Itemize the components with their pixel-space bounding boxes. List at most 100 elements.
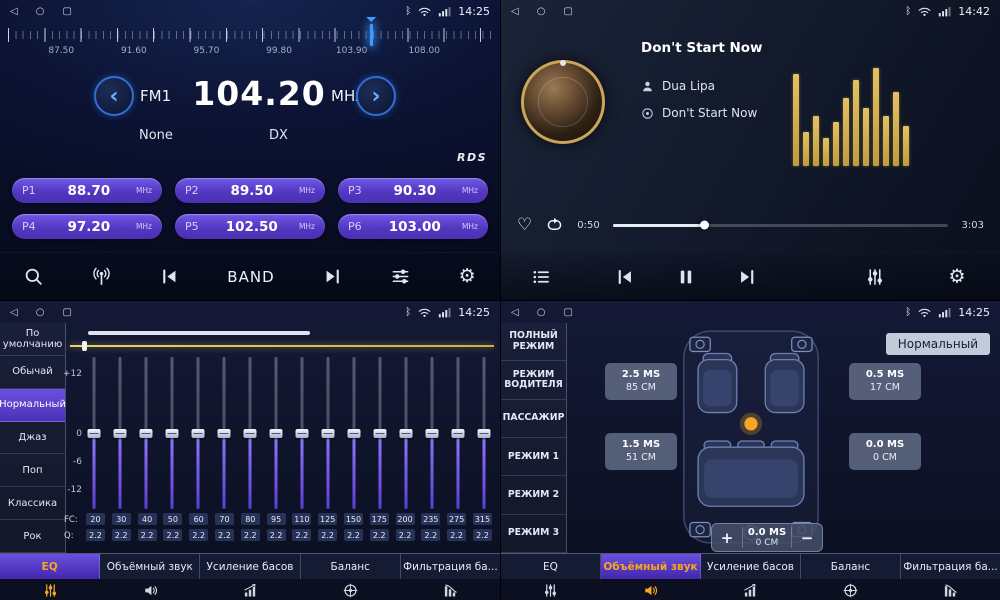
tab-eq[interactable]: EQ	[501, 554, 601, 579]
tab-balance[interactable]: Баланс	[801, 554, 901, 579]
settings-gear-icon[interactable]: ⚙	[948, 267, 965, 286]
eq-band-handle[interactable]	[139, 429, 152, 438]
eq-preset-jazz[interactable]: Джаз	[0, 422, 65, 455]
dock-bass-chart-icon[interactable]	[200, 579, 300, 600]
eq-band-handle[interactable]	[296, 429, 309, 438]
back-icon[interactable]: ◁	[10, 6, 18, 17]
eq-preset-custom[interactable]: Обычай	[0, 356, 65, 389]
home-icon[interactable]: ○	[36, 307, 45, 318]
tab-filter[interactable]: Фильтрация ба...	[901, 554, 1000, 579]
dock-speaker-icon[interactable]	[601, 579, 701, 600]
tab-filter[interactable]: Фильтрация ба...	[401, 554, 500, 579]
eq-band-handle[interactable]	[191, 429, 204, 438]
recents-icon[interactable]: ▢	[563, 6, 572, 17]
eq-band-handle[interactable]	[165, 429, 178, 438]
tab-surround-sound[interactable]: Объёмный звук	[601, 554, 701, 579]
eq-curve-handle[interactable]	[82, 341, 87, 351]
delay-box-front-right[interactable]: 0.5 MS 17 CM	[849, 363, 921, 400]
eq-band-60hz[interactable]	[190, 357, 205, 509]
band-button[interactable]: BAND	[227, 268, 274, 286]
mode-1[interactable]: РЕЖИМ 1	[501, 438, 566, 476]
eq-band-235hz[interactable]	[425, 357, 440, 509]
eq-band-40hz[interactable]	[138, 357, 153, 509]
tab-balance[interactable]: Баланс	[301, 554, 401, 579]
eq-band-200hz[interactable]	[399, 357, 414, 509]
recents-icon[interactable]: ▢	[62, 6, 71, 17]
eq-band-handle[interactable]	[400, 429, 413, 438]
eq-band-125hz[interactable]	[321, 357, 336, 509]
queue-icon[interactable]	[532, 267, 551, 286]
eq-band-handle[interactable]	[217, 429, 230, 438]
eq-preset-normal[interactable]: Нормальный	[0, 389, 65, 422]
progress-bar[interactable]	[613, 224, 948, 227]
eq-band-95hz[interactable]	[268, 357, 283, 509]
back-icon[interactable]: ◁	[511, 6, 519, 17]
dock-filter-icon[interactable]	[900, 579, 1000, 600]
repeat-icon[interactable]	[544, 216, 565, 234]
eq-band-handle[interactable]	[374, 429, 387, 438]
dock-balance-icon[interactable]	[800, 579, 900, 600]
next-station-icon[interactable]	[323, 267, 342, 286]
eq-preset-default[interactable]: По умолчанию	[0, 323, 65, 356]
dx-toggle[interactable]: DX	[269, 128, 288, 143]
audio-settings-icon[interactable]	[866, 267, 885, 286]
auto-scan-icon[interactable]	[92, 267, 111, 286]
settings-gear-icon[interactable]: ⚙	[459, 267, 476, 286]
eq-band-handle[interactable]	[269, 429, 282, 438]
home-icon[interactable]: ○	[537, 6, 546, 17]
recents-icon[interactable]: ▢	[62, 307, 71, 318]
dock-filter-icon[interactable]	[400, 579, 500, 600]
search-icon[interactable]	[24, 267, 43, 286]
mode-full[interactable]: ПОЛНЫЙ РЕЖИМ	[501, 323, 566, 361]
eq-band-315hz[interactable]	[477, 357, 492, 509]
tune-up-button[interactable]: ›	[356, 76, 396, 116]
pause-icon[interactable]	[677, 267, 696, 286]
mode-3[interactable]: РЕЖИМ 3	[501, 515, 566, 553]
eq-preset-pop[interactable]: Поп	[0, 454, 65, 487]
eq-band-handle[interactable]	[87, 429, 100, 438]
delay-box-rear-right[interactable]: 0.0 MS 0 CM	[849, 433, 921, 470]
eq-band-handle[interactable]	[113, 429, 126, 438]
dock-speaker-icon[interactable]	[100, 579, 200, 600]
home-icon[interactable]: ○	[537, 307, 546, 318]
eq-scrollbar[interactable]	[88, 331, 310, 335]
back-icon[interactable]: ◁	[10, 307, 18, 318]
dock-eq-icon[interactable]	[0, 579, 100, 600]
delay-box-front-left[interactable]: 2.5 MS 85 CM	[605, 363, 677, 400]
preset-button-p4[interactable]: P4 97.20 MHz	[12, 214, 162, 239]
eq-band-handle[interactable]	[322, 429, 335, 438]
tab-bass-boost[interactable]: Усиление басов	[200, 554, 300, 579]
pty-label[interactable]: None	[139, 128, 173, 143]
home-icon[interactable]: ○	[36, 6, 45, 17]
eq-band-handle[interactable]	[348, 429, 361, 438]
previous-station-icon[interactable]	[160, 267, 179, 286]
preset-button-p1[interactable]: P1 88.70 MHz	[12, 178, 162, 203]
mode-2[interactable]: РЕЖИМ 2	[501, 476, 566, 514]
delay-minus-button[interactable]: −	[792, 529, 822, 547]
sound-profile-button[interactable]: Нормальный	[886, 333, 990, 355]
preset-button-p5[interactable]: P5 102.50 MHz	[175, 214, 325, 239]
eq-band-30hz[interactable]	[112, 357, 127, 509]
eq-preset-rock[interactable]: Рок	[0, 520, 65, 553]
eq-band-110hz[interactable]	[295, 357, 310, 509]
recents-icon[interactable]: ▢	[563, 307, 572, 318]
eq-band-80hz[interactable]	[242, 357, 257, 509]
progress-knob[interactable]	[700, 221, 709, 230]
eq-band-175hz[interactable]	[373, 357, 388, 509]
dock-bass-chart-icon[interactable]	[701, 579, 801, 600]
back-icon[interactable]: ◁	[511, 307, 519, 318]
mode-driver[interactable]: РЕЖИМ ВОДИТЕЛЯ	[501, 361, 566, 399]
eq-band-150hz[interactable]	[347, 357, 362, 509]
mode-passenger[interactable]: ПАССАЖИР	[501, 400, 566, 438]
eq-band-handle[interactable]	[452, 429, 465, 438]
frequency-ruler[interactable]: 87.50 91.60 95.70 99.80 103.90 108.00	[8, 26, 492, 64]
eq-band-handle[interactable]	[243, 429, 256, 438]
eq-band-handle[interactable]	[426, 429, 439, 438]
delay-box-rear-left[interactable]: 1.5 MS 51 CM	[605, 433, 677, 470]
favorite-icon[interactable]: ♡	[517, 217, 532, 234]
preset-button-p3[interactable]: P3 90.30 MHz	[338, 178, 488, 203]
equalizer-icon[interactable]	[391, 267, 410, 286]
eq-preset-classic[interactable]: Классика	[0, 487, 65, 520]
dock-eq-icon[interactable]	[501, 579, 601, 600]
tab-eq[interactable]: EQ	[0, 554, 100, 579]
